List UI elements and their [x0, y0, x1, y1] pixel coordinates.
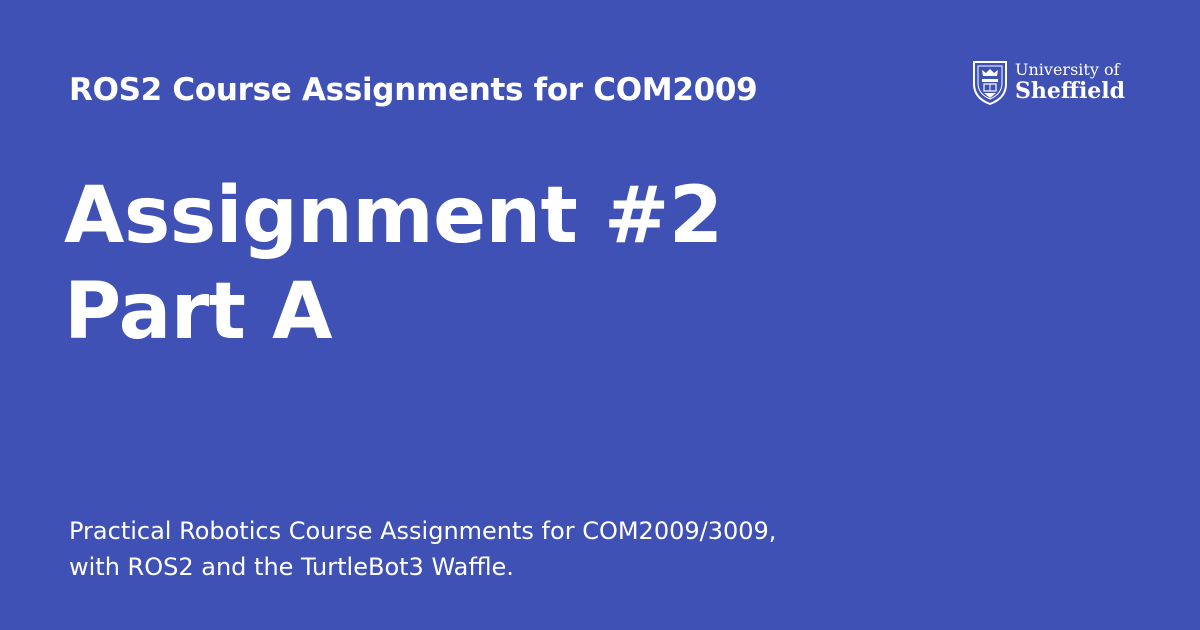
university-crest-icon: [973, 61, 1007, 106]
university-logo: University of Sheffield: [970, 58, 1130, 108]
page-title-line-2: Part A: [64, 267, 332, 357]
logo-line-2: Sheffield: [1015, 78, 1126, 104]
logo-wordmark: University of Sheffield: [1015, 60, 1125, 103]
page-title-line-1: Assignment #2: [64, 171, 723, 261]
description: Practical Robotics Course Assignments fo…: [69, 513, 776, 585]
logo-line-1: University of: [1015, 60, 1120, 79]
site-name: ROS2 Course Assignments for COM2009: [69, 72, 758, 108]
page-title: Assignment #2 Part A: [64, 168, 723, 360]
description-line-1: Practical Robotics Course Assignments fo…: [69, 517, 777, 545]
description-line-2: with ROS2 and the TurtleBot3 Waffle.: [69, 553, 514, 581]
